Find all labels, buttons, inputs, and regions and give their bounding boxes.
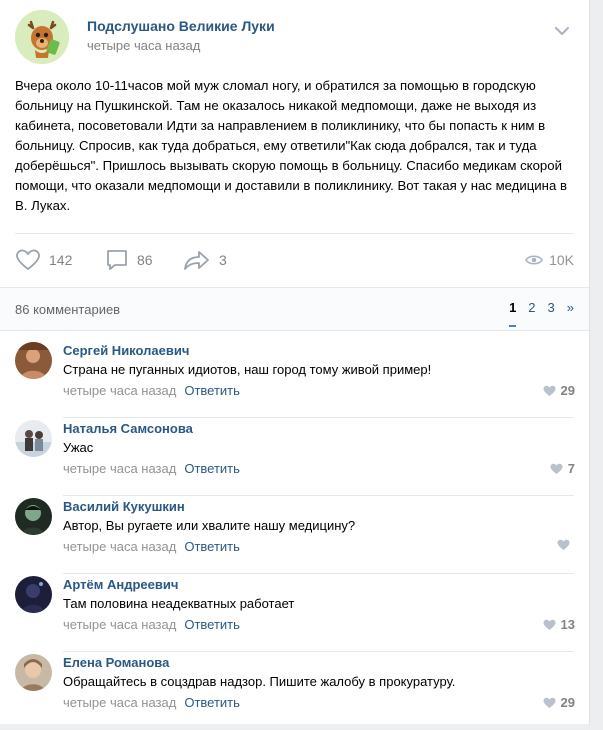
- heart-icon: [543, 619, 556, 630]
- reply-link[interactable]: Ответить: [184, 383, 240, 398]
- comment-like-button[interactable]: 7: [550, 461, 575, 476]
- comment-meta: четыре часа назад Ответить: [63, 695, 240, 710]
- share-count: 3: [219, 252, 227, 268]
- post-card: Подслушано Великие Луки четыре часа наза…: [0, 0, 590, 724]
- comment-item: Елена Романова Обращайтесь в соцздрав на…: [0, 652, 589, 730]
- comment-like-button[interactable]: 13: [543, 617, 575, 632]
- deer-mascot-icon: [15, 10, 69, 64]
- heart-icon: [543, 385, 556, 396]
- comment-like-count: 13: [560, 617, 575, 632]
- comment-author[interactable]: Сергей Николаевич: [63, 343, 189, 358]
- heart-icon: [550, 463, 563, 474]
- chevron-down-icon[interactable]: [553, 22, 571, 40]
- comment-text: Там половина неадекватных работает: [63, 596, 295, 611]
- comment-author[interactable]: Василий Кукушкин: [63, 499, 185, 514]
- community-name[interactable]: Подслушано Великие Луки: [87, 18, 275, 34]
- comment-like-count: 7: [567, 461, 575, 476]
- views-count: 10K: [549, 252, 574, 268]
- comment-text: Обращайтесь в соцздрав надзор. Пишите жа…: [63, 674, 456, 689]
- post-header: Подслушано Великие Луки четыре часа наза…: [15, 10, 574, 66]
- user-photo-icon: [15, 498, 52, 535]
- heart-icon: [557, 539, 570, 550]
- user-photo-icon: [15, 654, 52, 691]
- post-text: Вчера около 10-11часов мой муж сломал но…: [15, 78, 567, 213]
- comments-count: 86 комментариев: [15, 302, 121, 317]
- divider: [15, 233, 574, 234]
- heart-icon: [16, 249, 40, 271]
- comment-item: Артём Андреевич Там половина неадекватны…: [0, 574, 589, 652]
- pagination: 1 2 3 »: [497, 300, 574, 327]
- page-1[interactable]: 1: [509, 300, 517, 327]
- share-button[interactable]: 3: [183, 246, 227, 274]
- comment-time[interactable]: четыре часа назад: [63, 383, 176, 398]
- comment-meta: четыре часа назад Ответить: [63, 461, 240, 476]
- page-2[interactable]: 2: [528, 300, 535, 327]
- share-arrow-icon: [184, 251, 209, 270]
- comment-like-button[interactable]: 29: [543, 695, 575, 710]
- comment-like-count: 29: [560, 695, 575, 710]
- user-photo-icon: [15, 576, 52, 613]
- eye-icon: [525, 255, 544, 265]
- comment-count: 86: [137, 252, 153, 268]
- page-3[interactable]: 3: [548, 300, 555, 327]
- comment-like-button[interactable]: [557, 539, 575, 551]
- comment-meta: четыре часа назад Ответить: [63, 383, 240, 398]
- user-photo-icon: [15, 420, 52, 457]
- comment-time[interactable]: четыре часа назад: [63, 617, 176, 632]
- comment-icon: [107, 250, 127, 270]
- views-counter: 10K: [525, 246, 574, 274]
- comment-item: Василий Кукушкин Автор, Вы ругаете или х…: [0, 496, 589, 574]
- comments-header: 86 комментариев 1 2 3 »: [0, 287, 589, 331]
- post-actions: 142 86 3 10K: [15, 246, 574, 274]
- avatar[interactable]: [15, 576, 52, 613]
- comment-like-count: 29: [560, 383, 575, 398]
- comment-time[interactable]: четыре часа назад: [63, 539, 176, 554]
- page-next[interactable]: »: [567, 300, 574, 327]
- comment-item: Сергей Николаевич Страна не пуганных иди…: [0, 340, 589, 418]
- avatar[interactable]: [15, 498, 52, 535]
- comment-like-button[interactable]: 29: [543, 383, 575, 398]
- reply-link[interactable]: Ответить: [184, 695, 240, 710]
- comment-meta: четыре часа назад Ответить: [63, 539, 240, 554]
- comment-author[interactable]: Елена Романова: [63, 655, 169, 670]
- comment-text: Автор, Вы ругаете или хвалите нашу медиц…: [63, 518, 356, 533]
- comment-time[interactable]: четыре часа назад: [63, 695, 176, 710]
- avatar[interactable]: [15, 654, 52, 691]
- like-button[interactable]: 142: [15, 246, 72, 274]
- comment-text: Ужас: [63, 440, 94, 455]
- avatar[interactable]: [15, 420, 52, 457]
- comment-button[interactable]: 86: [105, 246, 153, 274]
- post-time[interactable]: четыре часа назад: [87, 38, 200, 53]
- comment-author[interactable]: Артём Андреевич: [63, 577, 178, 592]
- reply-link[interactable]: Ответить: [184, 461, 240, 476]
- comment-meta: четыре часа назад Ответить: [63, 617, 240, 632]
- comment-time[interactable]: четыре часа назад: [63, 461, 176, 476]
- like-count: 142: [49, 252, 73, 268]
- user-photo-icon: [15, 342, 52, 379]
- reply-link[interactable]: Ответить: [184, 539, 240, 554]
- reply-link[interactable]: Ответить: [184, 617, 240, 632]
- community-avatar[interactable]: [15, 10, 69, 64]
- comment-text: Страна не пуганных идиотов, наш город то…: [63, 362, 432, 377]
- comment-author[interactable]: Наталья Самсонова: [63, 421, 193, 436]
- heart-icon: [543, 697, 556, 708]
- comment-item: Наталья Самсонова Ужас четыре часа назад…: [0, 418, 589, 496]
- avatar[interactable]: [15, 342, 52, 379]
